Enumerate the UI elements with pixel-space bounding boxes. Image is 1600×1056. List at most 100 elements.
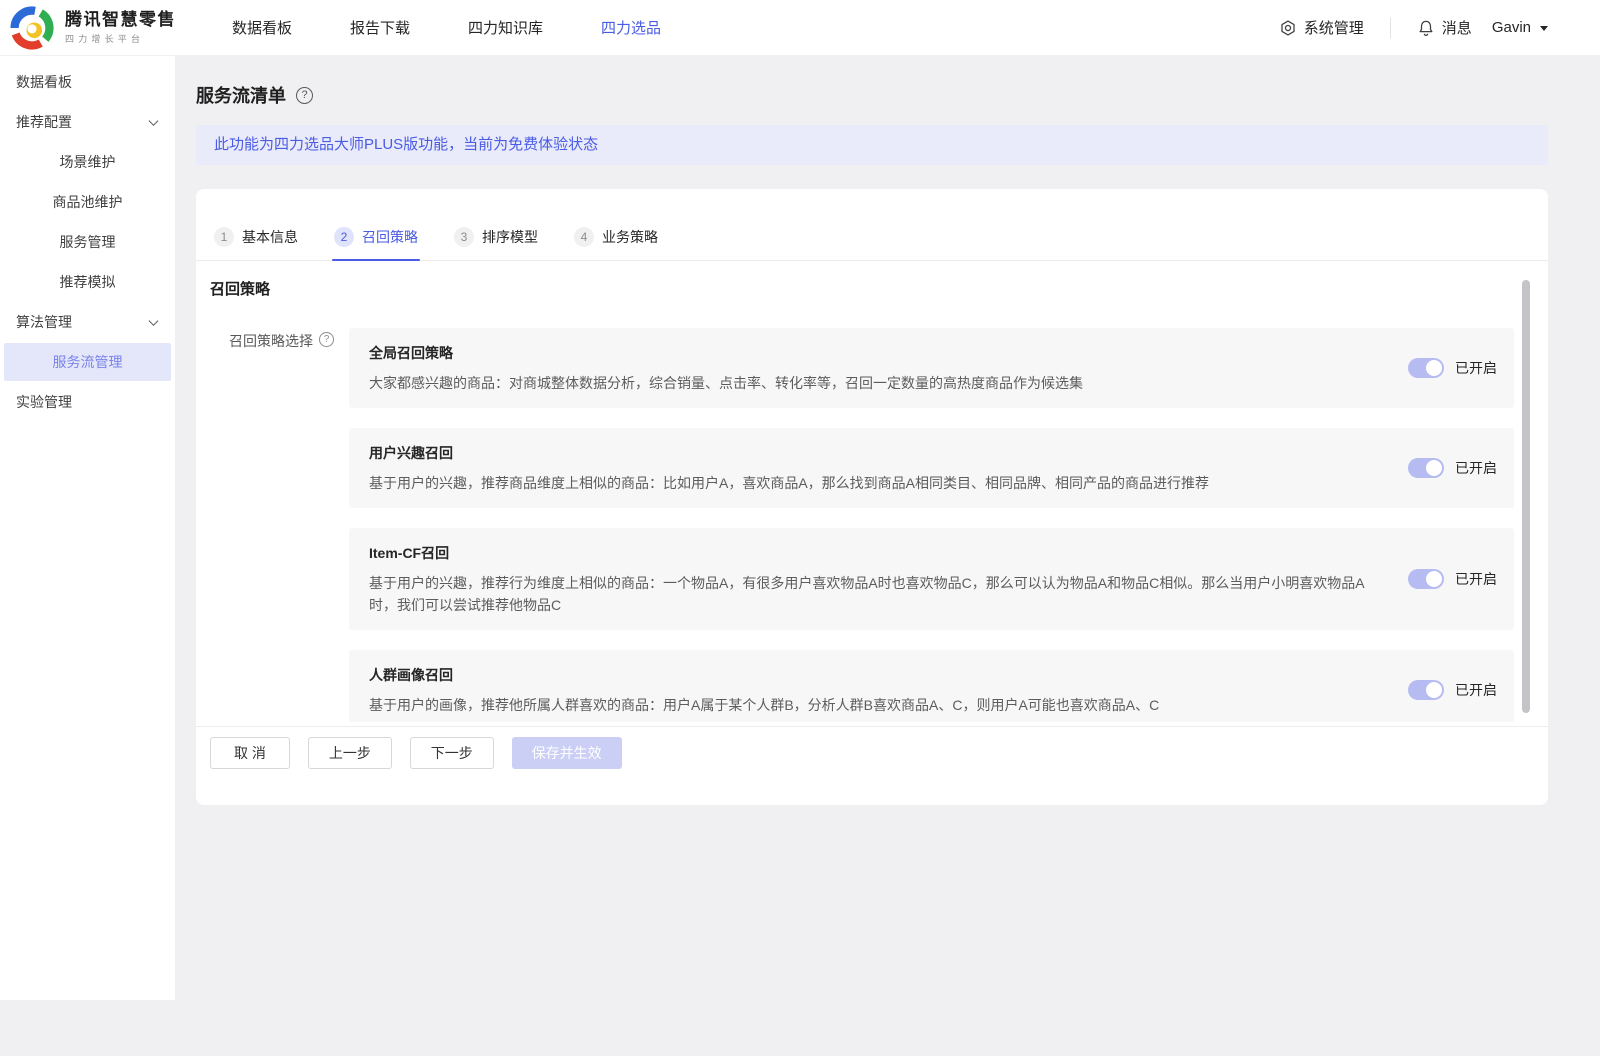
toggle-status-label: 已开启 [1455,569,1497,589]
strategy-desc: 基于用户的兴趣，推荐行为维度上相似的商品：一个物品A，有很多用户喜欢物品A时也喜… [369,572,1369,616]
step-number: 2 [334,227,354,247]
header-right-cluster: 系统管理 消息 Gavin [1279,17,1548,38]
messages-label: 消息 [1442,17,1472,38]
toggle-cluster: 已开启 [1408,358,1497,378]
strategy-title: 人群画像召回 [369,665,1369,685]
toggle-cluster: 已开启 [1408,569,1497,589]
help-icon[interactable]: ? [319,332,334,347]
user-menu[interactable]: Gavin [1492,19,1548,36]
page-title: 服务流清单 [196,82,286,108]
tab-ranking-model[interactable]: 3 排序模型 [452,227,540,260]
nav-item-reports[interactable]: 报告下载 [350,17,410,38]
step-tabs: 1 基本信息 2 召回策略 3 排序模型 4 业务策略 [196,189,1548,261]
toggle-status-label: 已开启 [1455,358,1497,378]
card-footer: 取 消 上一步 下一步 保存并生效 [196,726,1548,805]
strategy-form-row: 召回策略选择 ? 全局召回策略 大家都感兴趣的商品：对商城整体数据分析，综合销量… [196,328,1548,722]
chevron-down-icon [1540,26,1548,31]
strategy-title: 用户兴趣召回 [369,443,1369,463]
strategy-panel-user-interest: 用户兴趣召回 基于用户的兴趣，推荐商品维度上相似的商品：比如用户A，喜欢商品A，… [349,428,1514,508]
tab-label: 基本信息 [242,227,298,247]
toggle-knob [1426,682,1442,698]
sidebar: 数据看板 推荐配置 场景维护 商品池维护 服务管理 推荐模拟 算法管理 服务流管… [0,56,175,1000]
gear-icon [1279,19,1297,37]
sidebar-item-label: 场景维护 [60,152,116,172]
plus-feature-banner: 此功能为四力选品大师PLUS版功能，当前为免费体验状态 [196,125,1548,165]
sidebar-item-service-manage[interactable]: 服务管理 [0,222,175,262]
chevron-down-icon [149,316,159,326]
tab-basic-info[interactable]: 1 基本信息 [212,227,300,260]
main-content: 服务流清单 ? 此功能为四力选品大师PLUS版功能，当前为免费体验状态 1 基本… [175,56,1600,805]
sidebar-item-label: 推荐模拟 [60,272,116,292]
step-number: 4 [574,227,594,247]
tab-label: 排序模型 [482,227,538,247]
tab-label: 召回策略 [362,227,418,247]
sidebar-item-scene-maintain[interactable]: 场景维护 [0,142,175,182]
sidebar-item-recommend-simulate[interactable]: 推荐模拟 [0,262,175,302]
field-label: 召回策略选择 [229,331,313,351]
tab-recall-strategy[interactable]: 2 召回策略 [332,227,420,260]
sidebar-item-label: 服务流管理 [53,352,123,372]
strategy-panel-item-cf: Item-CF召回 基于用户的兴趣，推荐行为维度上相似的商品：一个物品A，有很多… [349,528,1514,630]
toggle-switch-on[interactable] [1408,569,1444,589]
messages-button[interactable]: 消息 [1417,17,1472,38]
user-name: Gavin [1492,19,1531,36]
step-number: 1 [214,227,234,247]
logo-subtitle: 四力增长平台 [65,32,176,45]
sidebar-item-label: 商品池维护 [53,192,123,212]
next-step-button[interactable]: 下一步 [410,737,494,769]
strategy-title: 全局召回策略 [369,343,1369,363]
system-manage-button[interactable]: 系统管理 [1279,17,1364,38]
field-label-col: 召回策略选择 ? [210,328,349,722]
sidebar-item-label: 数据看板 [16,72,72,92]
toggle-switch-on[interactable] [1408,458,1444,478]
strategy-desc: 基于用户的画像，推荐他所属人群喜欢的商品：用户A属于某个人群B，分析人群B喜欢商… [369,694,1369,716]
toggle-cluster: 已开启 [1408,458,1497,478]
tab-business-strategy[interactable]: 4 业务策略 [572,227,660,260]
strategy-panels: 全局召回策略 大家都感兴趣的商品：对商城整体数据分析，综合销量、点击率、转化率等… [349,328,1514,722]
app-logo: 腾讯智慧零售 四力增长平台 [10,6,176,50]
strategy-panel-global-recall: 全局召回策略 大家都感兴趣的商品：对商城整体数据分析，综合销量、点击率、转化率等… [349,328,1514,408]
toggle-status-label: 已开启 [1455,458,1497,478]
nav-item-selection[interactable]: 四力选品 [601,17,661,38]
toggle-knob [1426,571,1442,587]
nav-item-dashboard[interactable]: 数据看板 [232,17,292,38]
toggle-knob [1426,360,1442,376]
strategy-desc: 大家都感兴趣的商品：对商城整体数据分析，综合销量、点击率、转化率等，召回一定数量… [369,372,1369,394]
system-manage-label: 系统管理 [1304,17,1364,38]
step-number: 3 [454,227,474,247]
toggle-switch-on[interactable] [1408,358,1444,378]
logo-title: 腾讯智慧零售 [65,10,176,29]
sidebar-item-label: 实验管理 [16,392,72,412]
sidebar-item-recommend-config[interactable]: 推荐配置 [0,102,175,142]
sidebar-item-algorithm-manage[interactable]: 算法管理 [0,302,175,342]
help-icon[interactable]: ? [296,87,313,104]
sidebar-item-label: 服务管理 [60,232,116,252]
sidebar-item-product-pool[interactable]: 商品池维护 [0,182,175,222]
sidebar-item-data-dashboard[interactable]: 数据看板 [0,62,175,102]
prev-step-button[interactable]: 上一步 [308,737,392,769]
scrollbar[interactable] [1522,280,1530,713]
nav-item-knowledge[interactable]: 四力知识库 [468,17,543,38]
cancel-button[interactable]: 取 消 [210,737,290,769]
top-header: 腾讯智慧零售 四力增长平台 数据看板 报告下载 四力知识库 四力选品 系统管理 … [0,0,1600,56]
page-title-row: 服务流清单 ? [196,82,1548,108]
sidebar-item-serviceflow-manage[interactable]: 服务流管理 [4,343,171,381]
toggle-cluster: 已开启 [1408,680,1497,700]
bell-icon [1417,19,1435,37]
section-heading: 召回策略 [210,280,1548,300]
tab-label: 业务策略 [602,227,658,247]
strategy-panel-crowd-portrait: 人群画像召回 基于用户的画像，推荐他所属人群喜欢的商品：用户A属于某个人群B，分… [349,650,1514,722]
toggle-switch-on[interactable] [1408,680,1444,700]
top-nav: 数据看板 报告下载 四力知识库 四力选品 [232,17,661,38]
sidebar-item-experiment-manage[interactable]: 实验管理 [0,382,175,422]
chevron-down-icon [149,116,159,126]
serviceflow-card: 1 基本信息 2 召回策略 3 排序模型 4 业务策略 召回策略 召回策略选择 [196,189,1548,805]
strategy-title: Item-CF召回 [369,543,1369,563]
sidebar-item-label: 推荐配置 [16,112,72,132]
header-divider [1390,18,1391,38]
toggle-knob [1426,460,1442,476]
toggle-status-label: 已开启 [1455,680,1497,700]
save-and-apply-button[interactable]: 保存并生效 [512,737,622,769]
logo-text: 腾讯智慧零售 四力增长平台 [65,10,176,45]
sidebar-item-label: 算法管理 [16,312,72,332]
